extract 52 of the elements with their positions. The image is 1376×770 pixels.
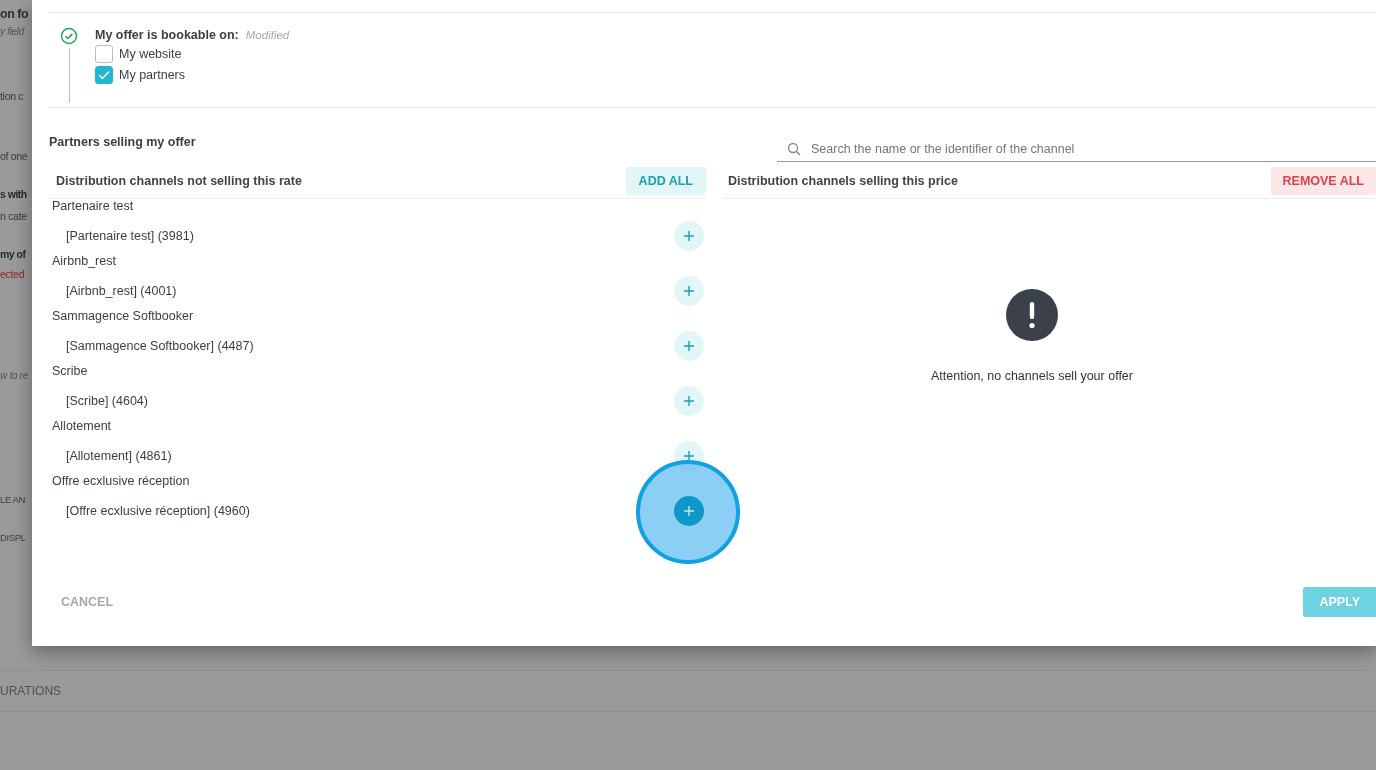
channel-name: [Scribe] (4604)	[65, 394, 148, 408]
group-name: Offre ecxlusive réception	[51, 473, 191, 490]
background-section-label: URATIONS	[0, 684, 62, 698]
background-text: on fo	[0, 6, 29, 23]
plus-icon	[683, 340, 695, 352]
background-text: n cate	[0, 209, 27, 224]
group-name: Allotement	[51, 418, 113, 435]
warning-icon	[1006, 289, 1058, 341]
step-title: My offer is bookable on:	[95, 28, 239, 42]
background-text: of one	[0, 149, 28, 164]
background-text: LE AN	[0, 493, 25, 507]
checkbox-label: My partners	[119, 68, 185, 82]
channel-name: [Partenaire test] (3981)	[65, 229, 194, 243]
channel-name: [Offre ecxlusive réception] (4960)	[65, 504, 250, 518]
checkmark-icon	[98, 70, 110, 80]
add-all-button[interactable]: ADD ALL	[625, 167, 706, 195]
group-name: Scribe	[51, 363, 89, 380]
background-text: s with	[0, 187, 27, 202]
section-title: Partners selling my offer	[48, 135, 197, 151]
empty-state-message: Attention, no channels sell your offer	[931, 369, 1133, 383]
plus-icon	[683, 230, 695, 242]
column-heading: Distribution channels selling this price	[727, 174, 958, 188]
add-button[interactable]	[674, 331, 704, 361]
add-button[interactable]	[674, 221, 704, 251]
checkbox-label: My website	[119, 47, 182, 61]
group-name: Sammagence Softbooker	[51, 308, 195, 325]
checkbox[interactable]	[95, 66, 113, 84]
group-name: Airbnb_rest	[51, 253, 117, 270]
background-text: w to re	[0, 369, 28, 383]
plus-icon	[683, 450, 695, 462]
background-text: DISPL	[0, 531, 26, 545]
background-text: y field	[0, 25, 25, 39]
group-name: Partenaire test	[51, 198, 135, 215]
background-text: tion c	[0, 89, 24, 104]
plus-icon	[683, 285, 695, 297]
add-button[interactable]	[674, 386, 704, 416]
remove-all-button[interactable]: REMOVE ALL	[1270, 167, 1376, 195]
channel-name: [Allotement] (4861)	[65, 449, 172, 463]
channel-name: [Airbnb_rest] (4001)	[65, 284, 177, 298]
column-heading: Distribution channels not selling this rate	[55, 174, 302, 188]
search-icon	[787, 142, 801, 156]
apply-button[interactable]: APPLY	[1303, 587, 1376, 617]
status-label: Modified	[245, 29, 290, 41]
search-field[interactable]: Search the name or the identifier of the channel	[777, 136, 1376, 162]
channel-name: [Sammagence Softbooker] (4487)	[65, 339, 254, 353]
background-text: my of	[0, 247, 26, 262]
plus-icon	[683, 505, 695, 517]
plus-icon	[683, 395, 695, 407]
cancel-button[interactable]: CANCEL	[48, 588, 127, 616]
background-text: ected	[0, 267, 25, 282]
checkbox[interactable]	[95, 45, 113, 63]
add-button[interactable]	[674, 276, 704, 306]
